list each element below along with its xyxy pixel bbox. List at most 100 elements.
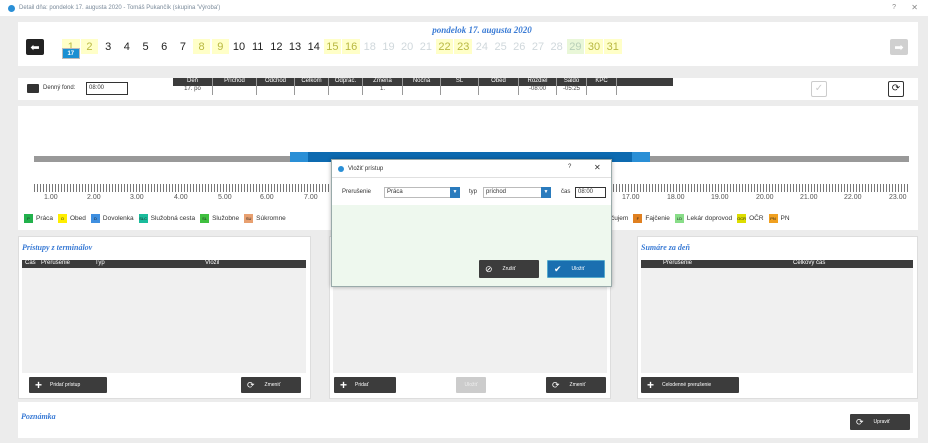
legend-item: P Práca: [24, 214, 53, 223]
day-19[interactable]: 19: [380, 39, 398, 54]
legend-label: Súkromne: [256, 215, 286, 222]
dialog-icon: [338, 165, 344, 172]
summary-val-10: -05:25: [557, 86, 587, 95]
day-11[interactable]: 11: [249, 39, 267, 54]
fund-label: Denný fond:: [43, 85, 76, 91]
day-21[interactable]: 21: [417, 39, 435, 54]
edit-note-button[interactable]: ⟳ Upraviť: [850, 414, 910, 430]
day-6[interactable]: 6: [155, 39, 173, 54]
interrupt-select[interactable]: Práca ▼: [384, 187, 460, 198]
close-button[interactable]: ✕: [911, 3, 918, 12]
title-bar: Detail dňa: pondelok 17. augusta 2020 - …: [0, 0, 928, 16]
summary-val-6: [403, 86, 441, 95]
tick-label: 21.00: [800, 194, 818, 201]
day-summary-panel: Sumáre za deň Prerušenie Celkový čas + Ce…: [637, 236, 918, 399]
help-button[interactable]: ?: [892, 4, 896, 11]
prev-month-arrow-icon[interactable]: ⬅: [26, 39, 44, 55]
day-summary-list[interactable]: [641, 268, 913, 373]
day-18[interactable]: 18: [361, 39, 379, 54]
summary-col-4: Odprac.: [329, 78, 363, 86]
dialog-close-button[interactable]: ✕: [594, 163, 601, 172]
day-20[interactable]: 20: [398, 39, 416, 54]
terminal-access-title: Prístupy z terminálov: [22, 243, 93, 252]
interrupt-label: Prerušenie: [342, 189, 372, 195]
legend-swatch: SU: [244, 214, 254, 223]
day-29[interactable]: 29: [566, 39, 585, 54]
app-icon: [8, 4, 15, 12]
legend-swatch: P: [24, 214, 33, 223]
day-25[interactable]: 25: [492, 39, 510, 54]
terminal-access-list[interactable]: [22, 268, 306, 373]
day-summary-bar: Denný fond: 08:00 Deň Príchod Odchod Celkom…: [18, 78, 918, 100]
day-navigator: pondelok 17. augusta 2020 ⬅ 1 2 3 4 5 6 7 8 9 10 1…: [18, 22, 918, 66]
current-date-title: pondelok 17. augusta 2020: [432, 25, 532, 35]
summary-val-2: [257, 86, 295, 95]
add-access-button[interactable]: + Pridať prístup: [29, 377, 107, 393]
confirm-check-icon[interactable]: ✓: [811, 81, 827, 97]
day-24[interactable]: 24: [473, 39, 491, 54]
summary-col-0: Deň: [173, 78, 213, 86]
day-summary-title: Sumáre za deň: [641, 243, 690, 252]
plus-icon: +: [647, 378, 655, 392]
col-total-time: Celkový čas: [793, 260, 826, 266]
day-14[interactable]: 14: [305, 39, 323, 54]
change-button[interactable]: ⟳ Zmeniť: [546, 377, 606, 393]
fund-field[interactable]: 08:00: [86, 82, 128, 95]
day-5[interactable]: 5: [137, 39, 155, 54]
day-23[interactable]: 23: [454, 39, 473, 54]
legend-right: čujem F Fajčenie LD Lekár doprovod OCR OČR PN PN: [611, 214, 795, 223]
save-disabled-button[interactable]: Uložiť: [456, 377, 486, 393]
ok-button[interactable]: ✔ Uložiť: [547, 260, 605, 278]
refresh-icon[interactable]: ⟳: [888, 81, 904, 97]
dialog-title: Vložiť prístup: [348, 165, 384, 172]
add-button[interactable]: + Pridať: [334, 377, 396, 393]
time-field[interactable]: 08:00: [575, 187, 606, 198]
summary-col-6: Nočná: [403, 78, 441, 86]
legend-item: OCR OČR: [737, 214, 764, 223]
legend-swatch: D: [90, 214, 100, 223]
day-10[interactable]: 10: [230, 39, 248, 54]
day-17[interactable]: 17: [62, 48, 80, 59]
col-inserted-by: Vložil: [205, 260, 220, 266]
day-8[interactable]: 8: [192, 39, 211, 54]
legend-swatch: F: [633, 214, 643, 223]
day-summary-header: Prerušenie Celkový čas: [641, 260, 913, 268]
dialog-help-button[interactable]: ?: [568, 164, 571, 170]
cancel-button[interactable]: ⊘ Zrušiť: [479, 260, 539, 278]
day-2[interactable]: 2: [80, 39, 99, 54]
legend-label: OČR: [749, 215, 764, 222]
legend-label: čujem: [611, 215, 629, 222]
refresh-icon: ⟳: [856, 416, 864, 427]
day-9[interactable]: 9: [211, 39, 230, 54]
summary-col-1: Príchod: [213, 78, 257, 86]
day-27[interactable]: 27: [529, 39, 547, 54]
legend-item: F Fajčenie: [633, 214, 670, 223]
day-4[interactable]: 4: [118, 39, 136, 54]
day-16[interactable]: 16: [342, 39, 360, 54]
legend-label: Lekár doprovod: [686, 215, 733, 222]
day-22[interactable]: 22: [435, 39, 454, 54]
day-12[interactable]: 12: [268, 39, 286, 54]
summary-row: 17. po 1. -08:00 -05:25: [173, 86, 673, 95]
type-select[interactable]: príchod ▼: [483, 187, 551, 198]
day-28[interactable]: 28: [548, 39, 566, 54]
tick-label: 22.00: [844, 194, 862, 201]
day-7[interactable]: 7: [174, 39, 192, 54]
plus-icon: +: [35, 378, 43, 392]
day-15[interactable]: 15: [323, 39, 342, 54]
full-day-interrupt-button[interactable]: + Celodenné prerušenie: [641, 377, 739, 393]
legend-swatch: OCR: [737, 214, 747, 223]
day-30[interactable]: 30: [585, 39, 603, 54]
day-13[interactable]: 13: [286, 39, 304, 54]
change-access-button[interactable]: ⟳ Zmeniť: [241, 377, 301, 393]
day-26[interactable]: 26: [511, 39, 529, 54]
legend-label: Dovolenka: [102, 215, 134, 222]
summary-col-11: KPČ: [587, 78, 617, 86]
summary-col-3: Celkom: [295, 78, 329, 86]
legend-item: PN PN: [768, 214, 790, 223]
refresh-icon: ⟳: [247, 379, 255, 390]
day-31[interactable]: 31: [603, 39, 622, 54]
refresh-icon: ⟳: [552, 379, 560, 390]
next-month-arrow-icon[interactable]: ➡: [890, 39, 908, 55]
day-3[interactable]: 3: [99, 39, 117, 54]
